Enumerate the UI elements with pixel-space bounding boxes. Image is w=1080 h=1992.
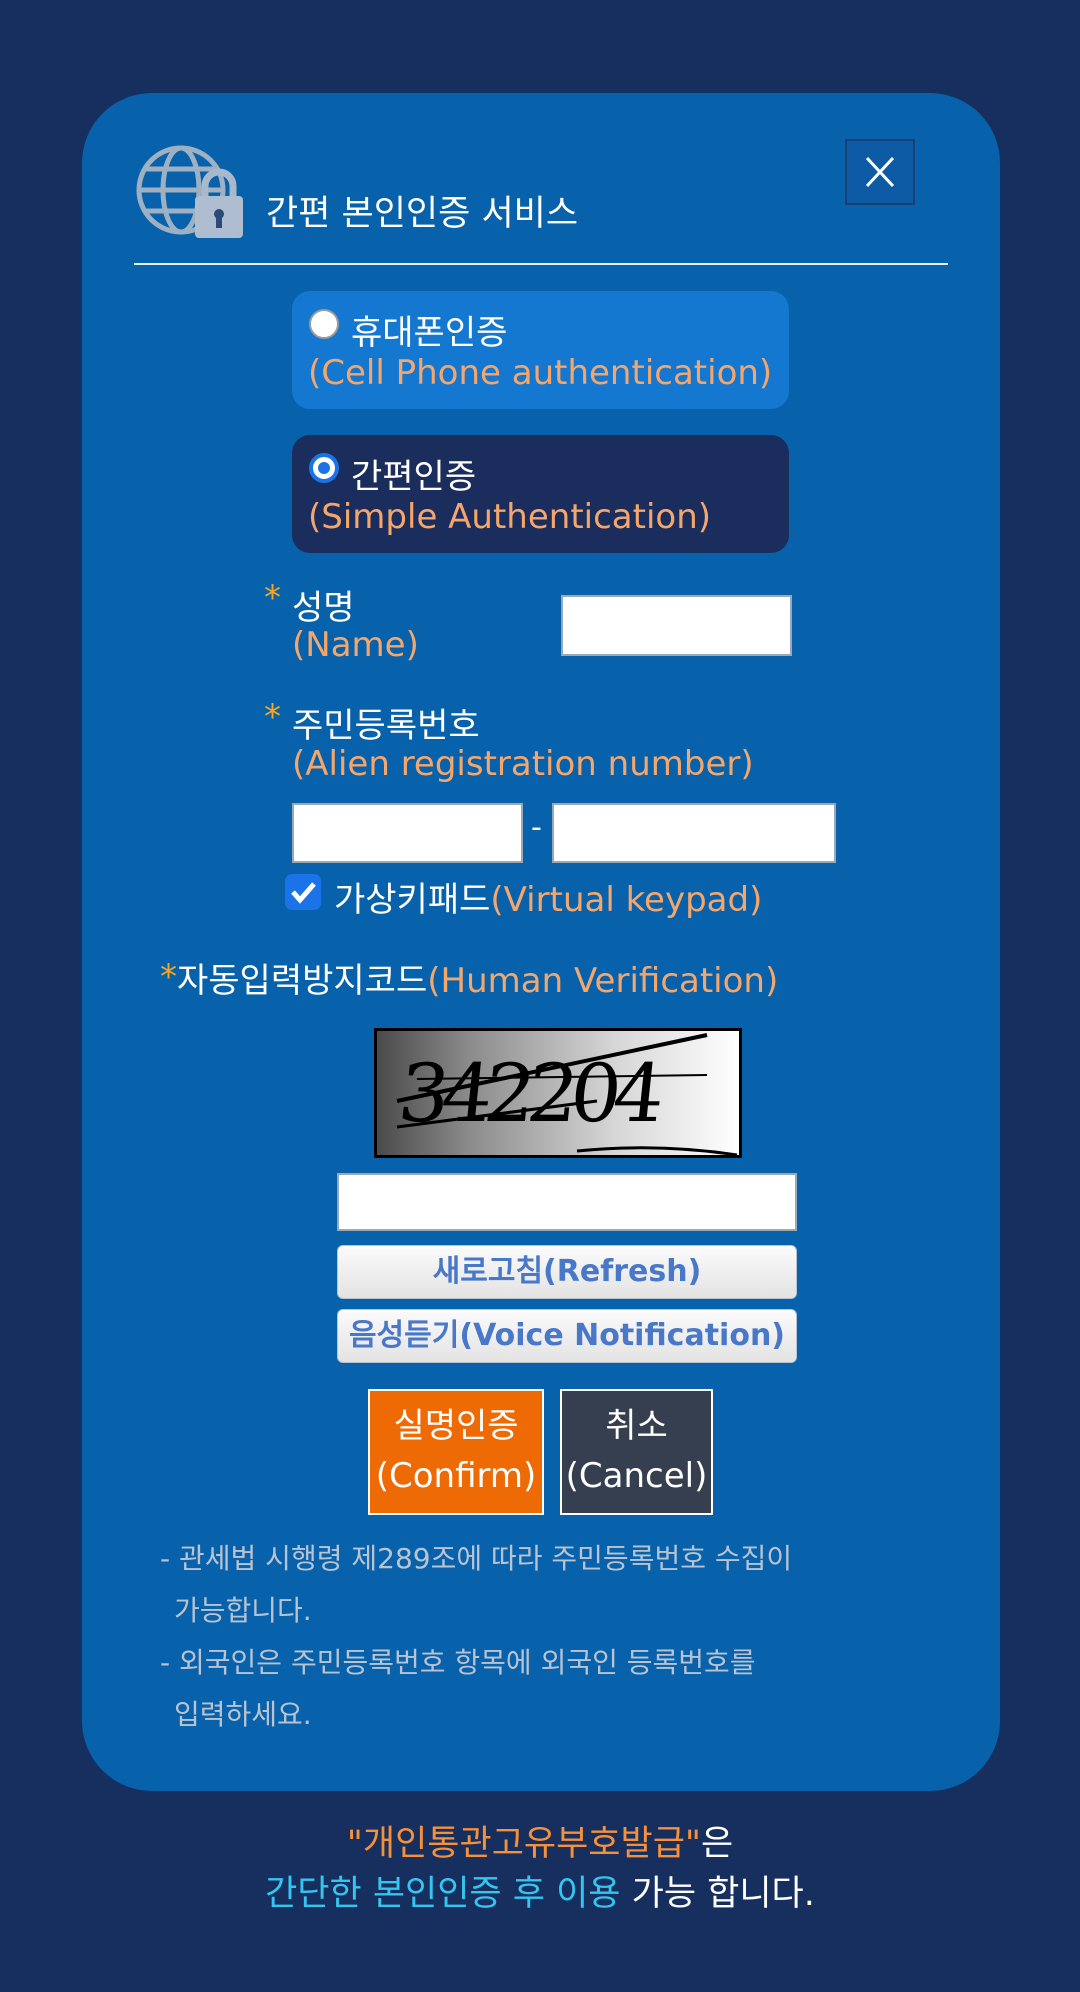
name-input[interactable] [561, 595, 792, 656]
footer-line-2: 간단한 본인인증 후 이용 가능 합니다. [0, 1865, 1080, 1916]
confirm-label-ko: 실명인증 [393, 1406, 519, 1446]
simple-auth-label-en: (Simple Authentication) [308, 497, 712, 537]
close-button[interactable] [845, 139, 915, 205]
captcha-voice-button[interactable]: 음성듣기(Voice Notification) [337, 1309, 797, 1363]
virtual-keypad-label-en: (Virtual keypad) [490, 880, 763, 920]
captcha-label-ko: 자동입력방지코드 [177, 961, 428, 1001]
captcha-input[interactable] [337, 1173, 797, 1231]
option-cell-phone-auth[interactable]: 휴대폰인증 (Cell Phone authentication) [292, 291, 789, 409]
close-icon [865, 156, 895, 188]
footer-service-name: "개인통관고유부호발급" [346, 1824, 701, 1864]
option-simple-auth[interactable]: 간편인증 (Simple Authentication) [292, 435, 789, 553]
rrn-label-ko: 주민등록번호 [292, 706, 480, 746]
name-label-en: (Name) [292, 625, 419, 665]
rrn-first-input[interactable] [292, 803, 523, 863]
cancel-label-ko: 취소 [605, 1406, 668, 1446]
rrn-separator: - [531, 810, 542, 845]
confirm-label-en: (Confirm) [375, 1456, 537, 1496]
rrn-second-input[interactable] [552, 803, 836, 863]
required-mark: * [160, 957, 177, 997]
note-line: 입력하세요. [174, 1698, 312, 1731]
note-line: - 관세법 시행령 제289조에 따라 주민등록번호 수집이 [160, 1542, 793, 1575]
header-divider [134, 263, 948, 265]
globe-lock-icon [133, 144, 253, 244]
virtual-keypad-checkbox[interactable] [285, 874, 321, 910]
note-line: - 외국인은 주민등록번호 항목에 외국인 등록번호를 [160, 1646, 756, 1679]
captcha-label: *자동입력방지코드(Human Verification) [160, 953, 778, 1002]
footer-suffix: 가능 합니다. [620, 1874, 815, 1914]
captcha-refresh-button[interactable]: 새로고침(Refresh) [337, 1245, 797, 1299]
captcha-image: 342204 [374, 1028, 742, 1158]
modal-title: 간편 본인인증 서비스 [266, 194, 579, 234]
required-mark: * [264, 697, 281, 737]
footer-line-1: "개인통관고유부호발급"은 [0, 1815, 1080, 1866]
checkmark-icon [291, 882, 316, 904]
confirm-button[interactable]: 실명인증 (Confirm) [368, 1389, 544, 1515]
virtual-keypad-label-ko: 가상키패드 [334, 880, 491, 920]
virtual-keypad-label: 가상키패드(Virtual keypad) [334, 872, 762, 921]
simple-auth-label-ko: 간편인증 [351, 457, 477, 497]
footer-particle: 은 [701, 1824, 734, 1864]
footer-highlight: 간단한 본인인증 후 이용 [265, 1874, 621, 1914]
captcha-noise [396, 1033, 738, 1155]
cell-phone-label-ko: 휴대폰인증 [351, 313, 508, 353]
cancel-label-en: (Cancel) [565, 1456, 708, 1496]
simple-auth-radio[interactable] [309, 453, 339, 483]
cell-phone-label-en: (Cell Phone authentication) [308, 353, 773, 393]
required-mark: * [264, 578, 281, 618]
note-line: 가능합니다. [174, 1594, 312, 1627]
rrn-label-en: (Alien registration number) [292, 744, 754, 784]
cancel-button[interactable]: 취소 (Cancel) [560, 1389, 713, 1515]
captcha-label-en: (Human Verification) [427, 961, 779, 1001]
name-label-ko: 성명 [292, 588, 355, 628]
cell-phone-radio[interactable] [309, 309, 339, 339]
